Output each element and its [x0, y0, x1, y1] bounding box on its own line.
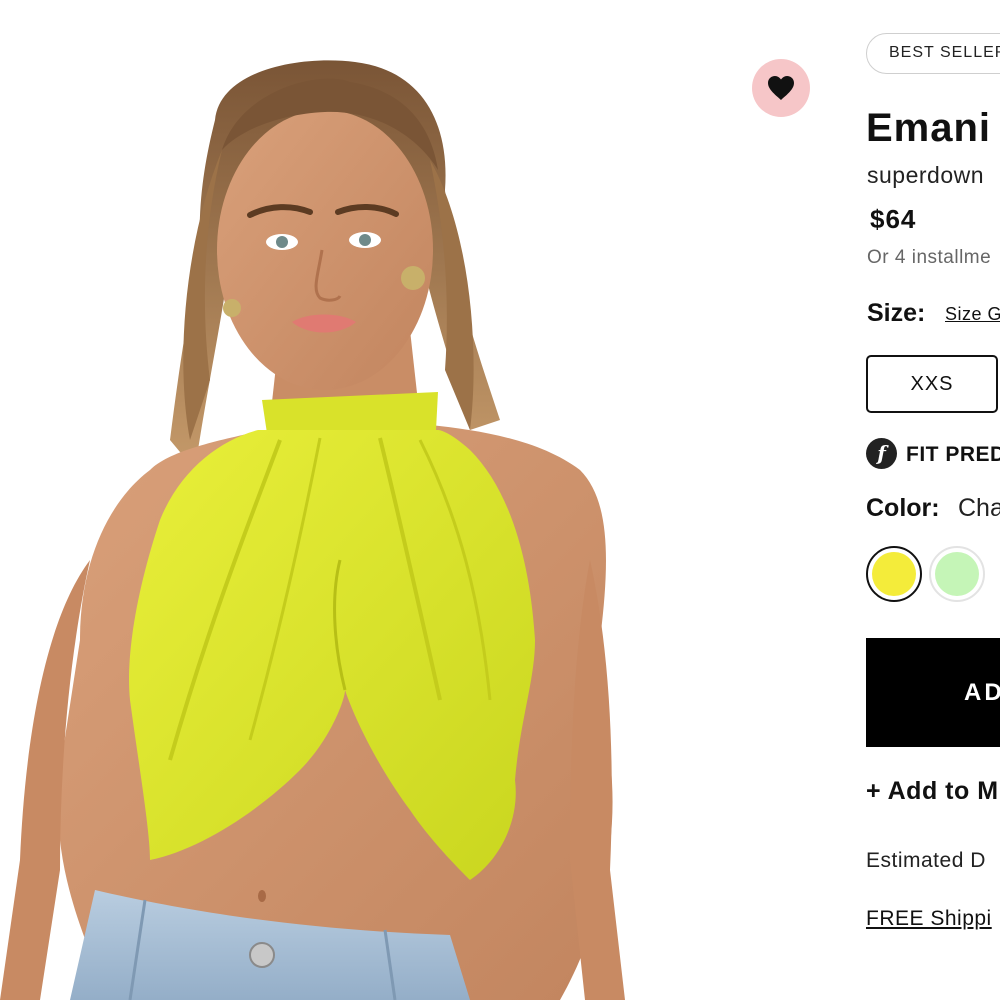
wishlist-button[interactable]: [752, 59, 810, 117]
fit-predictor-icon: f: [866, 438, 897, 469]
add-to-list-link[interactable]: + Add to M: [866, 777, 999, 806]
model-photo-illustration: [0, 60, 625, 1000]
color-value: Cha: [958, 494, 1000, 522]
color-swatch-mint[interactable]: [929, 546, 985, 602]
brand-name[interactable]: superdown: [867, 162, 984, 189]
color-label: Color:: [866, 494, 940, 522]
heart-icon: [768, 76, 794, 100]
swatch-fill: [935, 552, 979, 596]
installments-text: Or 4 installme: [867, 247, 992, 268]
product-price: $64: [870, 204, 917, 234]
product-info-panel: BEST SELLER Emani superdown $64 Or 4 ins…: [866, 0, 1000, 1000]
product-title: Emani: [866, 106, 992, 150]
add-to-bag-button[interactable]: AD: [866, 638, 1000, 747]
best-seller-badge: BEST SELLER: [866, 33, 1000, 74]
size-label: Size:: [867, 299, 926, 327]
fit-predictor-link[interactable]: FIT PRED: [906, 443, 1000, 467]
swatch-fill: [872, 552, 916, 596]
estimated-delivery-text: Estimated D: [866, 849, 986, 872]
free-shipping-link[interactable]: FREE Shippi: [866, 907, 992, 931]
size-option-xxs[interactable]: XXS: [866, 355, 998, 413]
color-swatch-chartreuse[interactable]: [866, 546, 922, 602]
size-guide-link[interactable]: Size G: [945, 304, 1000, 325]
product-image[interactable]: [0, 0, 835, 1000]
